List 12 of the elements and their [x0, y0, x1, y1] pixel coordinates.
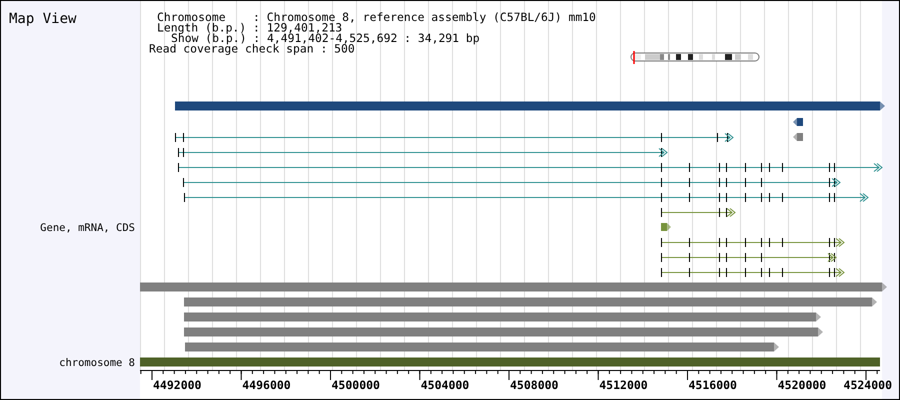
track-label: chromosome 8 [59, 357, 135, 369]
axis-tick-label: 4516000 [688, 378, 737, 392]
axis-tick-label: 4492000 [153, 378, 202, 392]
axis-tick-label: 4496000 [242, 378, 291, 392]
view-title: Map View [9, 11, 76, 27]
axis-tick-label: 4520000 [778, 378, 826, 392]
axis-tick-label: 4512000 [599, 378, 648, 392]
axis-tick-label: 4508000 [510, 378, 558, 392]
axis-tick-label: 4524000 [844, 378, 892, 392]
axis-tick-label: 4500000 [332, 378, 380, 392]
axis-tick-label: 4504000 [420, 378, 470, 392]
track-label: Gene, mRNA, CDS [40, 222, 135, 234]
